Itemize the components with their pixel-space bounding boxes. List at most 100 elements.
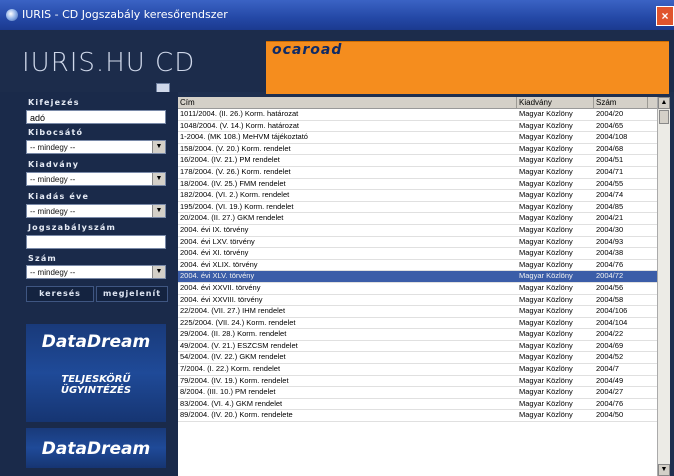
show-button[interactable]: megjelenít	[96, 286, 168, 302]
kiadas-eve-label: Kiadás éve	[28, 192, 90, 201]
cell-szam: 2004/55	[596, 178, 624, 188]
table-row[interactable]: 1011/2004. (II. 26.) Korm. határozat Magy…	[178, 109, 657, 121]
cell-szam: 2004/38	[596, 248, 624, 258]
datadream-ad-2[interactable]: DataDream	[26, 428, 166, 468]
table-row[interactable]: 2004. évi XXVIII. törvény Magyar Közlöny 2…	[178, 295, 657, 307]
cell-szam: 2004/76	[596, 398, 624, 408]
cell-kiadvany: Magyar Közlöny	[519, 329, 573, 339]
table-row[interactable]: 182/2004. (VI. 2.) Korm. rendelet Magyar …	[178, 190, 657, 202]
cell-kiadvany: Magyar Közlöny	[519, 259, 573, 269]
cell-kiadvany: Magyar Közlöny	[519, 340, 573, 350]
cell-cim: 178/2004. (V. 26.) Korm. rendelet	[180, 166, 291, 176]
app-icon	[6, 9, 18, 21]
kibocsato-select[interactable]: -- mindegy -- ▼	[26, 140, 166, 154]
kifejezes-label: Kifejezés	[28, 98, 80, 107]
cell-cim: 79/2004. (IV. 19.) Korm. rendelet	[180, 375, 289, 385]
cell-kiadvany: Magyar Közlöny	[519, 410, 573, 420]
table-row[interactable]: 2004. évi XLIX. törvény Magyar Közlöny 200…	[178, 260, 657, 272]
cell-szam: 2004/106	[596, 306, 628, 316]
window-title: IURIS - CD Jogszabály keresőrendszer	[22, 8, 228, 21]
table-row[interactable]: 2004. évi XLV. törvény Magyar Közlöny 2004…	[178, 271, 657, 283]
cell-cim: 195/2004. (VI. 19.) Korm. rendelet	[180, 201, 294, 211]
cell-kiadvany: Magyar Közlöny	[519, 398, 573, 408]
chevron-down-icon[interactable]: ▼	[152, 266, 165, 278]
kibocsato-label: Kibocsátó	[28, 128, 84, 137]
cell-szam: 2004/20	[596, 109, 624, 118]
kiadvany-select[interactable]: -- mindegy -- ▼	[26, 172, 166, 186]
cell-cim: 2004. évi IX. törvény	[180, 224, 249, 234]
column-header-szam[interactable]: Szám	[594, 97, 648, 108]
cell-cim: 49/2004. (V. 21.) ESZCSM rendelet	[180, 340, 298, 350]
cell-cim: 29/2004. (II. 28.) Korm. rendelet	[180, 329, 287, 339]
table-row[interactable]: 195/2004. (VI. 19.) Korm. rendelet Magyar…	[178, 202, 657, 214]
column-header-kiadvany[interactable]: Kiadvány	[517, 97, 594, 108]
ad-brand: DataDream	[41, 332, 151, 352]
table-row[interactable]: 7/2004. (I. 22.) Korm. rendelet Magyar Kö…	[178, 364, 657, 376]
table-row[interactable]: 225/2004. (VII. 24.) Korm. rendelet Magya…	[178, 318, 657, 330]
table-row[interactable]: 79/2004. (IV. 19.) Korm. rendelet Magyar …	[178, 376, 657, 388]
table-row[interactable]: 89/2004. (IV. 20.) Korm. rendelete Magyar…	[178, 410, 657, 423]
jogszabalyszam-input[interactable]	[26, 235, 166, 249]
scroll-up-icon[interactable]: ▲	[658, 97, 670, 109]
table-row[interactable]: 18/2004. (IV. 25.) FMM rendelet Magyar Kö…	[178, 179, 657, 191]
cell-szam: 2004/58	[596, 294, 624, 304]
jogszabalyszam-label: Jogszabályszám	[28, 223, 117, 232]
cell-kiadvany: Magyar Közlöny	[519, 132, 573, 142]
table-row[interactable]: 83/2004. (VI. 4.) GKM rendelet Magyar Köz…	[178, 399, 657, 411]
table-row[interactable]: 1048/2004. (V. 14.) Korm. határozat Magya…	[178, 121, 657, 133]
scroll-thumb[interactable]	[659, 110, 669, 124]
cell-cim: 2004. évi XLIX. törvény	[180, 259, 258, 269]
datadream-ad[interactable]: DataDream TELJESKÖRŰ ÜGYINTÉZÉS	[26, 324, 166, 422]
szam-select[interactable]: -- mindegy -- ▼	[26, 265, 166, 279]
table-row[interactable]: 2004. évi XXVII. törvény Magyar Közlöny 20…	[178, 283, 657, 295]
table-row[interactable]: 54/2004. (IV. 22.) GKM rendelet Magyar Kö…	[178, 352, 657, 365]
ad-brand-2: DataDream	[41, 439, 151, 459]
cell-kiadvany: Magyar Közlöny	[519, 201, 573, 211]
vertical-scrollbar[interactable]: ▲ ▼	[657, 97, 670, 476]
cell-kiadvany: Magyar Közlöny	[519, 120, 573, 130]
column-header-cim[interactable]: Cím	[178, 97, 517, 108]
chevron-down-icon[interactable]: ▼	[152, 205, 165, 217]
chevron-down-icon[interactable]: ▼	[152, 141, 165, 153]
cell-kiadvany: Magyar Közlöny	[519, 282, 573, 292]
cell-kiadvany: Magyar Közlöny	[519, 213, 573, 223]
cell-cim: 89/2004. (IV. 20.) Korm. rendelete	[180, 410, 293, 420]
table-row[interactable]: 16/2004. (IV. 21.) PM rendelet Magyar Köz…	[178, 155, 657, 167]
cell-szam: 2004/30	[596, 224, 624, 234]
cell-szam: 2004/22	[596, 329, 624, 339]
table-row[interactable]: 2004. évi XI. törvény Magyar Közlöny 2004/…	[178, 248, 657, 260]
ad-banner[interactable]: ocaroad	[266, 41, 669, 94]
close-button[interactable]: ×	[656, 6, 674, 26]
table-row[interactable]: 158/2004. (V. 20.) Korm. rendelet Magyar …	[178, 144, 657, 156]
table-row[interactable]: 22/2004. (VII. 27.) IHM rendelet Magyar K…	[178, 306, 657, 318]
table-row[interactable]: 8/2004. (III. 10.) PM rendelet Magyar Köz…	[178, 387, 657, 399]
table-row[interactable]: 2004. évi IX. törvény Magyar Közlöny 2004/…	[178, 225, 657, 237]
cell-kiadvany: Magyar Közlöny	[519, 387, 573, 397]
cell-kiadvany: Magyar Közlöny	[519, 178, 573, 188]
table-row[interactable]: 29/2004. (II. 28.) Korm. rendelet Magyar …	[178, 329, 657, 341]
cell-szam: 2004/76	[596, 259, 624, 269]
cell-cim: 1011/2004. (II. 26.) Korm. határozat	[180, 109, 299, 118]
cell-szam: 2004/104	[596, 317, 628, 327]
app-window: IURIS - CD Jogszabály keresőrendszer × I…	[0, 0, 674, 476]
table-row[interactable]: 2004. évi LXV. törvény Magyar Közlöny 2004…	[178, 237, 657, 249]
table-row[interactable]: 178/2004. (V. 26.) Korm. rendelet Magyar …	[178, 167, 657, 179]
table-row[interactable]: 20/2004. (II. 27.) GKM rendelet Magyar Kö…	[178, 213, 657, 225]
cell-cim: 16/2004. (IV. 21.) PM rendelet	[180, 155, 280, 165]
kiadas-eve-value: -- mindegy --	[30, 207, 76, 216]
kiadas-eve-select[interactable]: -- mindegy -- ▼	[26, 204, 166, 218]
chevron-down-icon[interactable]: ▼	[152, 173, 165, 185]
cell-cim: 8/2004. (III. 10.) PM rendelet	[180, 387, 276, 397]
cell-kiadvany: Magyar Közlöny	[519, 155, 573, 165]
table-row[interactable]: 1-2004. (MK 108.) MeHVM tájékoztató Magya…	[178, 132, 657, 144]
table-body: 1011/2004. (II. 26.) Korm. határozat Magy…	[178, 109, 657, 423]
cell-szam: 2004/27	[596, 387, 624, 397]
cell-cim: 54/2004. (IV. 22.) GKM rendelet	[180, 352, 286, 362]
szam-value: -- mindegy --	[30, 268, 76, 277]
scroll-down-icon[interactable]: ▼	[658, 464, 670, 476]
ad-slogan-line1: TELJESKÖRŰ	[61, 374, 131, 385]
cell-szam: 2004/49	[596, 375, 624, 385]
search-button[interactable]: keresés	[26, 286, 94, 302]
table-row[interactable]: 49/2004. (V. 21.) ESZCSM rendelet Magyar …	[178, 341, 657, 353]
kifejezes-input[interactable]: adó	[26, 110, 166, 124]
